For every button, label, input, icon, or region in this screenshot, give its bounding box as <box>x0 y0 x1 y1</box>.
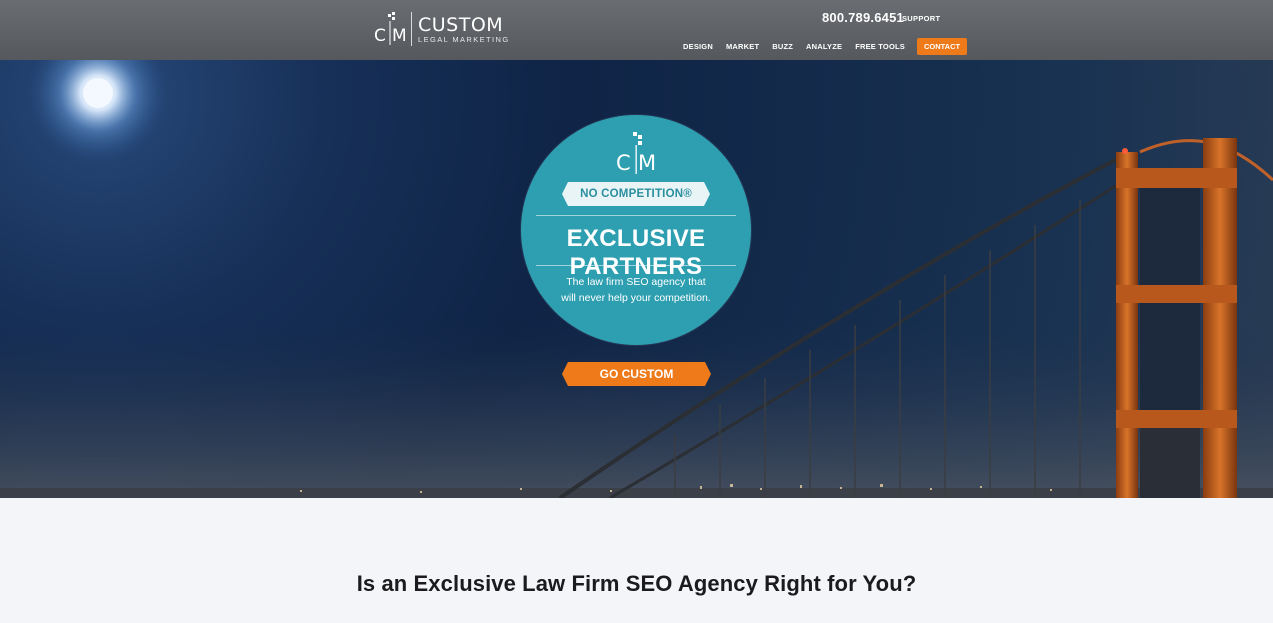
logo-divider <box>411 12 412 46</box>
badge-divider-bottom <box>536 265 736 266</box>
badge-title: EXCLUSIVE PARTNERS <box>566 225 706 280</box>
nav-item-free-tools[interactable]: FREE TOOLS <box>855 42 905 51</box>
hero-banner: C M NO COMPETITION® EXCLUSIVE PARTNERS T… <box>0 60 1273 498</box>
no-competition-ribbon: NO COMPETITION® <box>562 182 710 206</box>
cm-badge-logo-icon: C M <box>616 132 656 174</box>
nav-item-analyze[interactable]: ANALYZE <box>806 42 842 51</box>
svg-text:M: M <box>392 26 407 46</box>
svg-text:M: M <box>638 151 656 174</box>
nav-item-market[interactable]: MARKET <box>726 42 759 51</box>
section-heading: Is an Exclusive Law Firm SEO Agency Righ… <box>356 571 917 596</box>
go-custom-button[interactable]: GO CUSTOM <box>562 362 711 386</box>
badge-divider-top <box>536 215 736 216</box>
support-link[interactable]: SUPPORT <box>902 14 940 23</box>
logo-wordmark: CUSTOM LEGAL MARKETING <box>418 15 510 44</box>
main-nav: DESIGN MARKET BUZZ ANALYZE FREE TOOLS CO… <box>683 38 968 55</box>
site-header: C M CUSTOM LEGAL MARKETING 800.789.6451 … <box>0 0 1273 60</box>
cm-logo-mark-icon: C M <box>374 12 407 46</box>
logo-name: CUSTOM <box>418 13 504 36</box>
site-logo[interactable]: C M CUSTOM LEGAL MARKETING <box>373 12 510 46</box>
badge-description: The law firm SEO agency that will never … <box>561 276 711 304</box>
svg-text:C: C <box>374 26 386 46</box>
nav-item-buzz[interactable]: BUZZ <box>772 42 793 51</box>
logo-tagline: LEGAL MARKETING <box>418 34 510 44</box>
go-custom-label: GO CUSTOM <box>599 367 674 381</box>
contact-button[interactable]: CONTACT <box>916 38 968 55</box>
phone-number[interactable]: 800.789.6451 <box>822 10 904 25</box>
ribbon-label: NO COMPETITION® <box>580 188 692 200</box>
exclusive-partners-badge: C M NO COMPETITION® EXCLUSIVE PARTNERS T… <box>521 115 751 345</box>
intro-section: Is an Exclusive Law Firm SEO Agency Righ… <box>0 498 1273 623</box>
nav-item-design[interactable]: DESIGN <box>683 42 713 51</box>
svg-text:C: C <box>616 151 631 174</box>
